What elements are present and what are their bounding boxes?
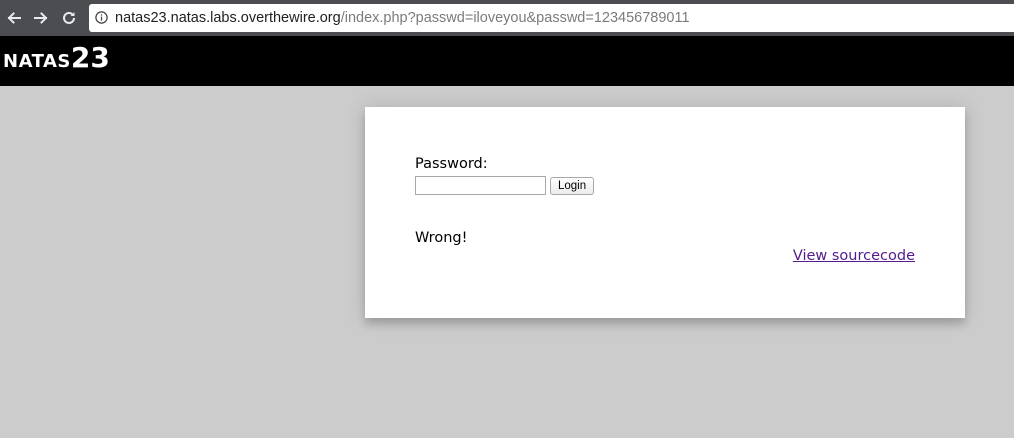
view-sourcecode-link[interactable]: View sourcecode xyxy=(793,248,915,264)
site-title: NATAS23 xyxy=(3,44,110,72)
info-icon[interactable] xyxy=(95,11,108,24)
password-label: Password: xyxy=(415,156,488,172)
browser-toolbar: natas23.natas.labs.overthewire.org/index… xyxy=(0,0,1014,36)
back-arrow-icon[interactable] xyxy=(3,7,25,29)
password-input[interactable] xyxy=(415,176,546,195)
reload-icon[interactable] xyxy=(58,7,80,29)
site-title-name: NATAS xyxy=(3,51,71,72)
url-host: natas23.natas.labs.overthewire.org xyxy=(115,10,341,26)
forward-arrow-icon[interactable] xyxy=(30,7,52,29)
content-card: Password: Login Wrong! View sourcecode xyxy=(365,107,965,318)
address-bar[interactable]: natas23.natas.labs.overthewire.org/index… xyxy=(89,4,1014,32)
result-message: Wrong! xyxy=(415,230,468,246)
site-header: NATAS23 xyxy=(0,36,1014,86)
login-button[interactable]: Login xyxy=(550,177,595,195)
site-title-number: 23 xyxy=(70,41,110,74)
url-path: /index.php?passwd=iloveyou&passwd=123456… xyxy=(340,10,690,26)
